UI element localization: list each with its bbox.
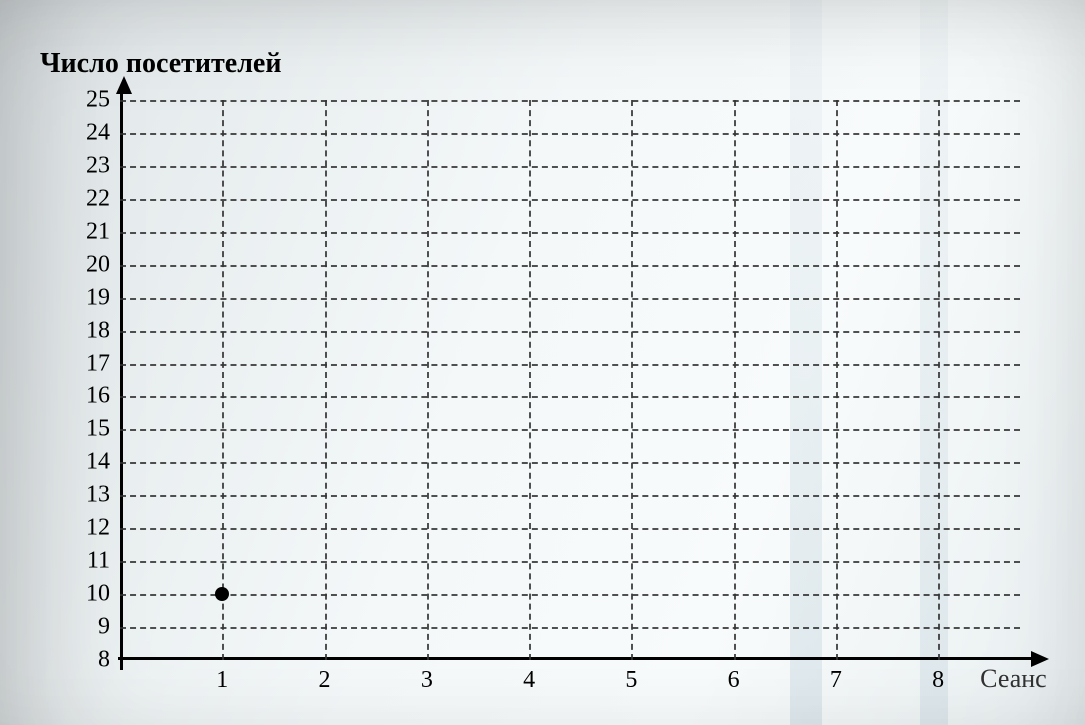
gridline-vertical [631, 100, 633, 660]
gridline-horizontal [120, 265, 1020, 267]
y-tick-label: 17 [66, 350, 110, 377]
gridline-horizontal [120, 331, 1020, 333]
y-tick-label: 19 [66, 284, 110, 311]
y-tick-label: 24 [66, 119, 110, 146]
gridline-horizontal [120, 199, 1020, 201]
y-tick-label: 23 [66, 152, 110, 179]
gridline-vertical [529, 100, 531, 660]
plot-area: 2524232221201918171615141312111098123456… [120, 100, 1020, 660]
gridline-vertical [222, 100, 224, 660]
gridline-horizontal [120, 462, 1020, 464]
x-tick-label: 8 [932, 667, 944, 694]
gridline-horizontal [120, 396, 1020, 398]
y-axis-title: Число посетителей [40, 48, 282, 80]
gridline-vertical [836, 100, 838, 660]
data-point [215, 587, 229, 601]
gridline-horizontal [120, 495, 1020, 497]
gridline-horizontal [120, 232, 1020, 234]
x-tick-label: 3 [421, 667, 433, 694]
gridline-horizontal [120, 100, 1020, 102]
y-tick-label: 18 [66, 317, 110, 344]
x-tick-label: 4 [523, 667, 535, 694]
gridline-vertical [734, 100, 736, 660]
y-axis-line [120, 90, 123, 670]
y-tick-label: 13 [66, 482, 110, 509]
y-tick-label: 12 [66, 515, 110, 542]
gridline-horizontal [120, 627, 1020, 629]
gridline-horizontal [120, 561, 1020, 563]
x-axis-line [118, 657, 1033, 660]
gridline-vertical [938, 100, 940, 660]
x-tick-label: 5 [625, 667, 637, 694]
x-tick-label: 6 [728, 667, 740, 694]
gridline-horizontal [120, 133, 1020, 135]
chart-container: 2524232221201918171615141312111098123456… [60, 90, 1040, 690]
y-tick-label: 14 [66, 449, 110, 476]
gridline-vertical [325, 100, 327, 660]
x-tick-label: 1 [216, 667, 228, 694]
x-axis-title: Сеанс [980, 664, 1047, 694]
y-tick-label: 20 [66, 251, 110, 278]
gridline-horizontal [120, 594, 1020, 596]
y-tick-label: 22 [66, 185, 110, 212]
y-tick-label: 16 [66, 383, 110, 410]
gridline-vertical [427, 100, 429, 660]
gridline-horizontal [120, 364, 1020, 366]
gridline-horizontal [120, 429, 1020, 431]
y-tick-label: 9 [66, 614, 110, 641]
y-tick-label: 11 [66, 548, 110, 575]
y-tick-label: 10 [66, 581, 110, 608]
y-tick-label: 21 [66, 218, 110, 245]
screenshot-frame: Число посетителей 2524232221201918171615… [0, 0, 1085, 725]
x-tick-label: 7 [830, 667, 842, 694]
gridline-horizontal [120, 528, 1020, 530]
y-tick-label: 15 [66, 416, 110, 443]
y-tick-label: 8 [66, 647, 110, 674]
arrow-up-icon [116, 76, 132, 94]
gridline-horizontal [120, 298, 1020, 300]
gridline-horizontal [120, 166, 1020, 168]
y-tick-label: 25 [66, 87, 110, 114]
x-tick-label: 2 [319, 667, 331, 694]
